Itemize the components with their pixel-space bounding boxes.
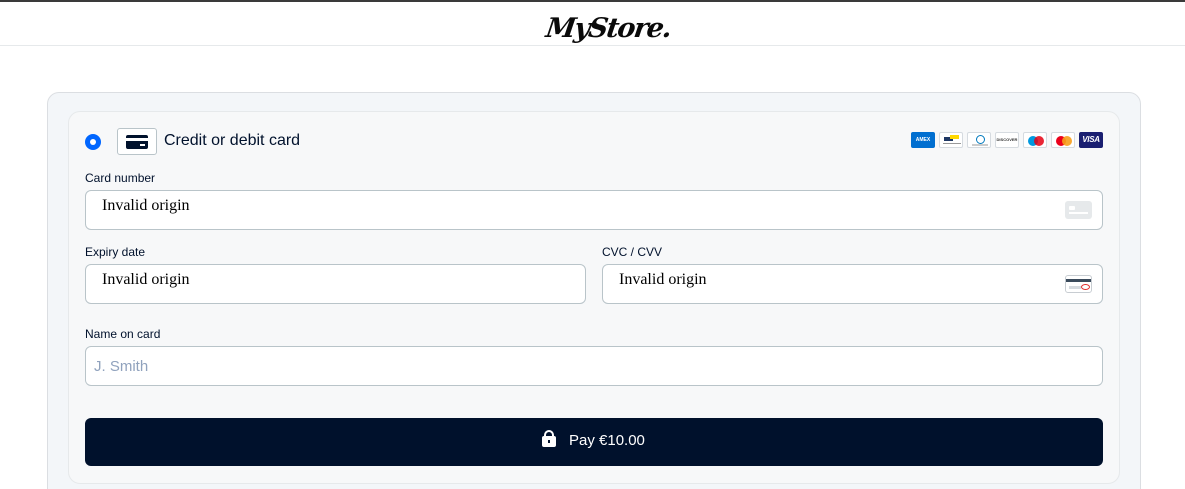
cvc-label: CVC / CVV bbox=[602, 245, 663, 259]
pay-button-label: Pay €10.00 bbox=[569, 432, 645, 449]
diners-club-icon bbox=[967, 132, 991, 148]
cvc-value: Invalid origin bbox=[619, 271, 707, 288]
credit-card-icon bbox=[117, 128, 157, 155]
card-brand-logos: AMEX DISCOVER VISA bbox=[911, 132, 1103, 148]
store-header: MyStore. bbox=[0, 2, 1185, 46]
mastercard-icon bbox=[1051, 132, 1075, 148]
cvc-icon bbox=[1065, 275, 1092, 293]
card-number-value: Invalid origin bbox=[102, 197, 190, 214]
store-logo[interactable]: MyStore. bbox=[544, 12, 673, 46]
card-number-field[interactable]: Invalid origin bbox=[85, 190, 1103, 230]
maestro-icon bbox=[1023, 132, 1047, 148]
visa-icon: VISA bbox=[1079, 132, 1103, 148]
amex-icon: AMEX bbox=[911, 132, 935, 148]
cvc-field[interactable]: Invalid origin bbox=[602, 264, 1103, 304]
bancontact-icon bbox=[939, 132, 963, 148]
expiry-date-label: Expiry date bbox=[85, 245, 146, 259]
name-on-card-input[interactable] bbox=[94, 347, 1094, 385]
expiry-date-value: Invalid origin bbox=[102, 271, 190, 288]
lock-icon bbox=[542, 430, 556, 447]
payment-method-title[interactable]: Credit or debit card bbox=[164, 131, 300, 151]
payment-method-radio[interactable] bbox=[85, 134, 101, 150]
card-number-icon bbox=[1065, 201, 1092, 219]
card-number-label: Card number bbox=[85, 171, 156, 185]
name-on-card-field bbox=[85, 346, 1103, 386]
name-on-card-label: Name on card bbox=[85, 327, 161, 341]
expiry-date-field[interactable]: Invalid origin bbox=[85, 264, 586, 304]
discover-icon: DISCOVER bbox=[995, 132, 1019, 148]
pay-button[interactable]: Pay €10.00 bbox=[85, 418, 1103, 466]
